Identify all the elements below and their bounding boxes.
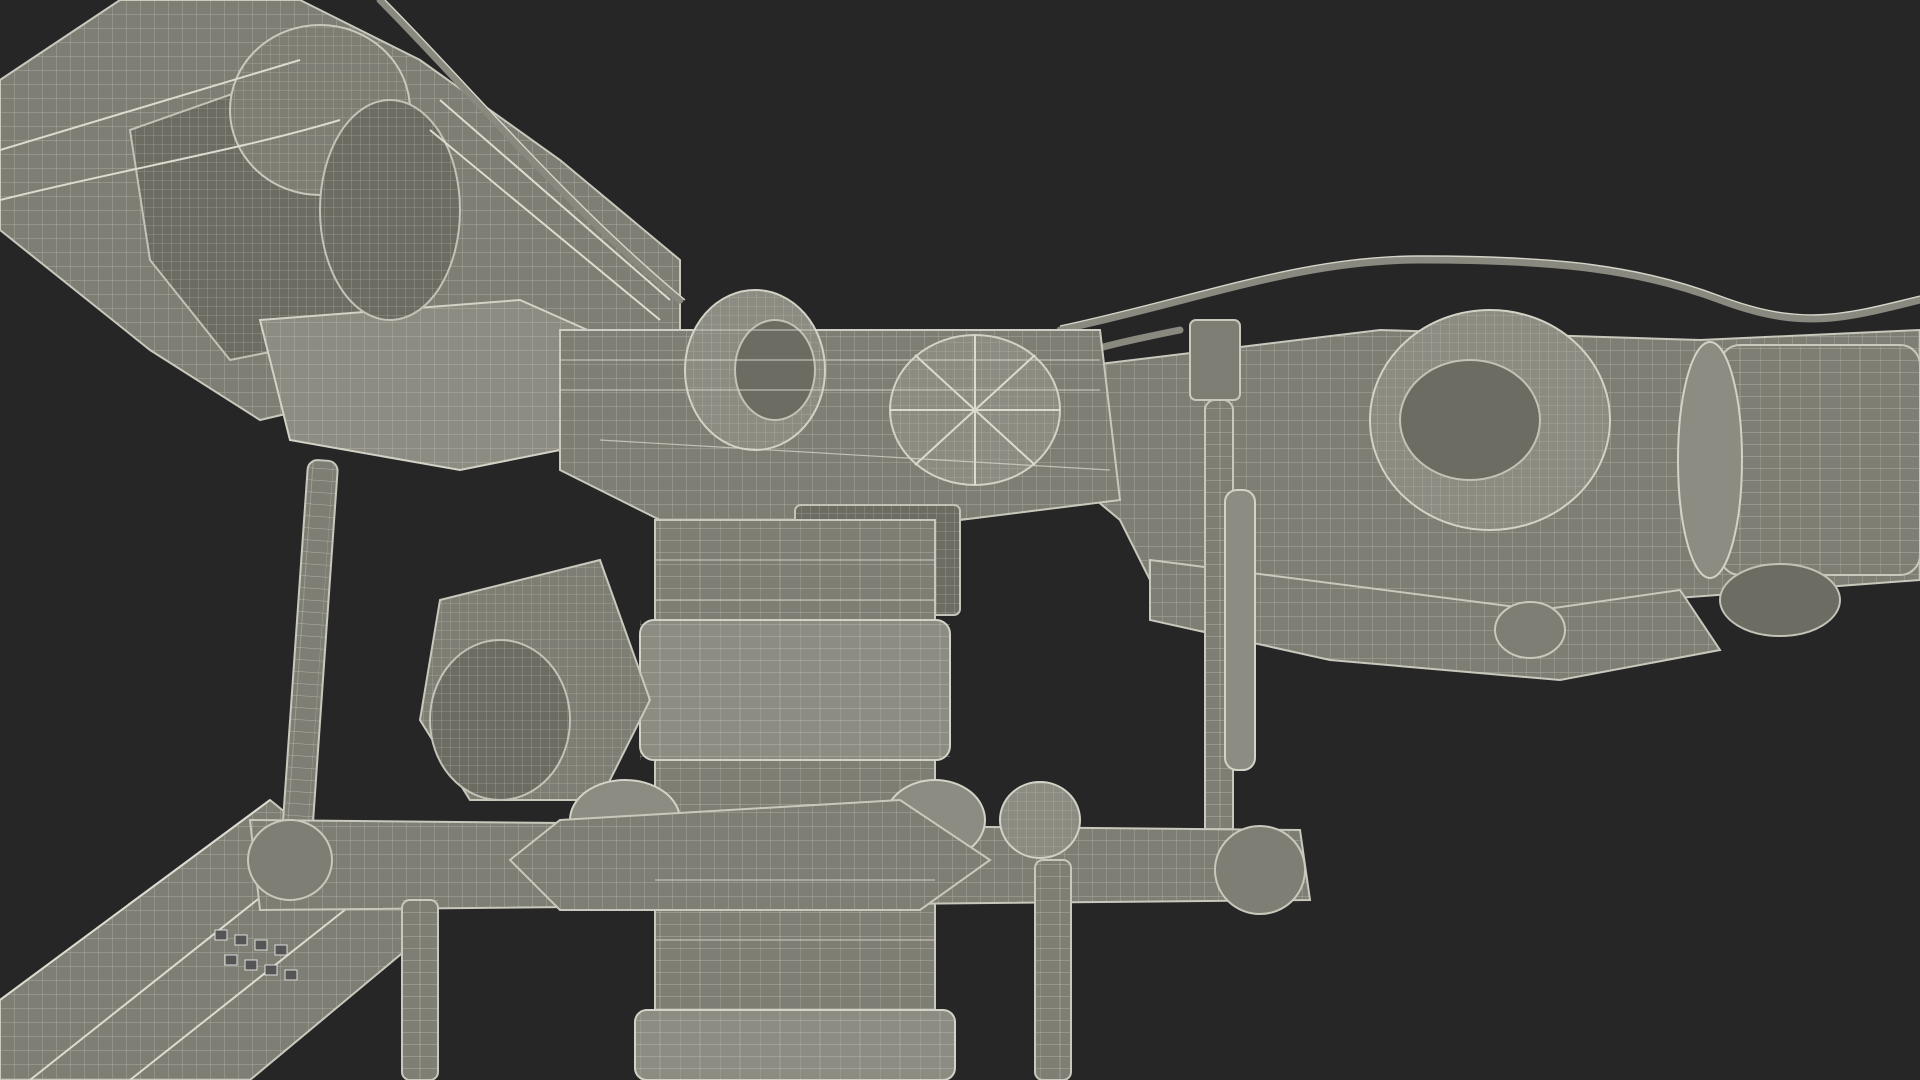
3d-viewport[interactable] bbox=[0, 0, 1920, 1080]
rotor-hub-wireframe-render bbox=[0, 0, 1920, 1080]
right-blade-grip bbox=[1048, 309, 1920, 682]
hub-dampers bbox=[281, 459, 652, 841]
